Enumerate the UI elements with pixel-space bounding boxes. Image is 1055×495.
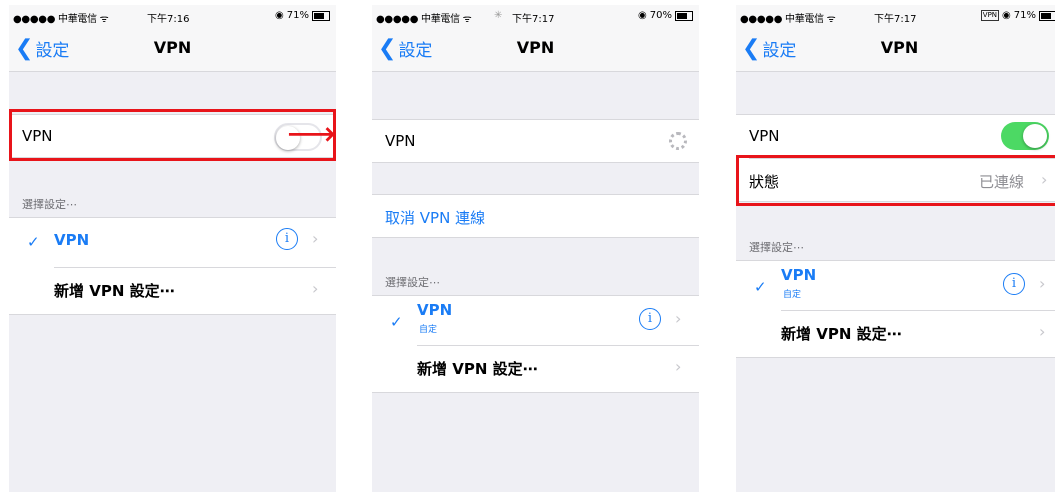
battery-icon: [675, 10, 693, 21]
alarm-icon: ◉: [638, 10, 647, 21]
loading-spinner-icon: [669, 132, 687, 150]
carrier-label: ●●●●● 中華電信 ᯤ: [740, 14, 836, 25]
status-right: ◉ 71%: [275, 10, 330, 21]
carrier-label: ●●●●● 中華電信 ᯤ: [13, 14, 109, 25]
page-title: VPN: [880, 38, 919, 57]
config-list: ✓ VPN 自定 i › 新增 VPN 設定⋯ ›: [736, 260, 1055, 358]
status-bar: ●●●●● 中華電信 ᯤ ✳ 下午7:17 ◉ 70%: [372, 5, 699, 27]
status-bar: ●●●●● 中華電信 ᯤ 下午7:17 VPN ◉ 71%: [736, 5, 1055, 27]
phone-screen-connecting: ●●●●● 中華電信 ᯤ ✳ 下午7:17 ◉ 70% ❮ 設定 VPN VPN…: [372, 5, 699, 492]
chevron-right-icon: ›: [675, 357, 682, 376]
battery-icon: [312, 10, 330, 21]
status-bar: ●●●●● 中華電信 ᯤ 下午7:16 ◉ 71%: [9, 5, 336, 27]
config-list: ✓ VPN i › 新增 VPN 設定⋯ ›: [9, 217, 336, 315]
checkmark-icon: ✓: [390, 313, 403, 331]
status-right: ◉ 70%: [638, 10, 693, 21]
battery-percent: 71%: [1013, 10, 1036, 21]
vpn-row-label: VPN: [749, 127, 780, 145]
highlight-box: [736, 155, 1055, 206]
chevron-right-icon: ›: [675, 309, 682, 328]
phone-screen-connected: ●●●●● 中華電信 ᯤ 下午7:17 VPN ◉ 71% ❮ 設定 VPN V…: [736, 5, 1055, 492]
config-type-label: 自定: [419, 325, 438, 335]
chevron-right-icon: ›: [1039, 274, 1046, 293]
status-right: VPN ◉ 71%: [980, 10, 1055, 21]
row-divider: [781, 310, 1055, 311]
section-header: 選擇設定⋯: [749, 241, 804, 254]
add-vpn-config-button[interactable]: 新增 VPN 設定⋯: [417, 358, 538, 379]
page-title: VPN: [153, 38, 192, 57]
section-header: 選擇設定⋯: [385, 276, 440, 289]
alarm-icon: ◉: [1002, 10, 1011, 21]
battery-icon: [1039, 10, 1055, 21]
clock-label: 下午7:16: [147, 14, 190, 25]
navigation-bar: ❮ 設定 VPN: [9, 27, 336, 72]
navigation-bar: ❮ 設定 VPN: [372, 27, 699, 72]
highlight-box: [9, 109, 336, 161]
add-vpn-config-button[interactable]: 新增 VPN 設定⋯: [781, 323, 902, 344]
battery-percent: 71%: [286, 10, 309, 21]
add-vpn-config-button[interactable]: 新增 VPN 設定⋯: [54, 280, 175, 301]
config-list: ✓ VPN 自定 i › 新增 VPN 設定⋯ ›: [372, 295, 699, 393]
battery-percent: 70%: [649, 10, 672, 21]
page-title: VPN: [516, 38, 555, 57]
vpn-toggle[interactable]: [1001, 122, 1049, 150]
info-icon[interactable]: i: [639, 308, 661, 330]
cancel-vpn-connection-button[interactable]: 取消 VPN 連線: [385, 207, 485, 228]
row-divider: [54, 267, 336, 268]
info-icon[interactable]: i: [1003, 273, 1025, 295]
phone-screen-vpn-off: ●●●●● 中華電信 ᯤ 下午7:16 ◉ 71% ❮ 設定 VPN VPN ⟶…: [9, 5, 336, 492]
config-name[interactable]: VPN: [781, 266, 816, 284]
chevron-right-icon: ›: [312, 229, 319, 248]
chevron-right-icon: ›: [312, 279, 319, 298]
clock-label: 下午7:17: [874, 14, 917, 25]
config-name[interactable]: VPN: [417, 301, 452, 319]
clock-label: 下午7:17: [512, 14, 555, 25]
config-type-label: 自定: [783, 290, 802, 300]
info-icon[interactable]: i: [276, 228, 298, 250]
loading-icon: ✳: [494, 10, 503, 21]
section-header: 選擇設定⋯: [22, 198, 77, 211]
row-divider: [417, 345, 699, 346]
vpn-toggle-row: VPN: [372, 119, 699, 163]
cancel-connection-row: 取消 VPN 連線: [372, 194, 699, 238]
vpn-status-badge: VPN: [980, 10, 1000, 21]
navigation-bar: ❮ 設定 VPN: [736, 27, 1055, 72]
config-name[interactable]: VPN: [54, 231, 89, 249]
carrier-label: ●●●●● 中華電信 ᯤ: [376, 14, 472, 25]
alarm-icon: ◉: [275, 10, 284, 21]
chevron-right-icon: ›: [1039, 322, 1046, 341]
checkmark-icon: ✓: [27, 233, 40, 251]
vpn-row-label: VPN: [385, 132, 416, 150]
checkmark-icon: ✓: [754, 278, 767, 296]
